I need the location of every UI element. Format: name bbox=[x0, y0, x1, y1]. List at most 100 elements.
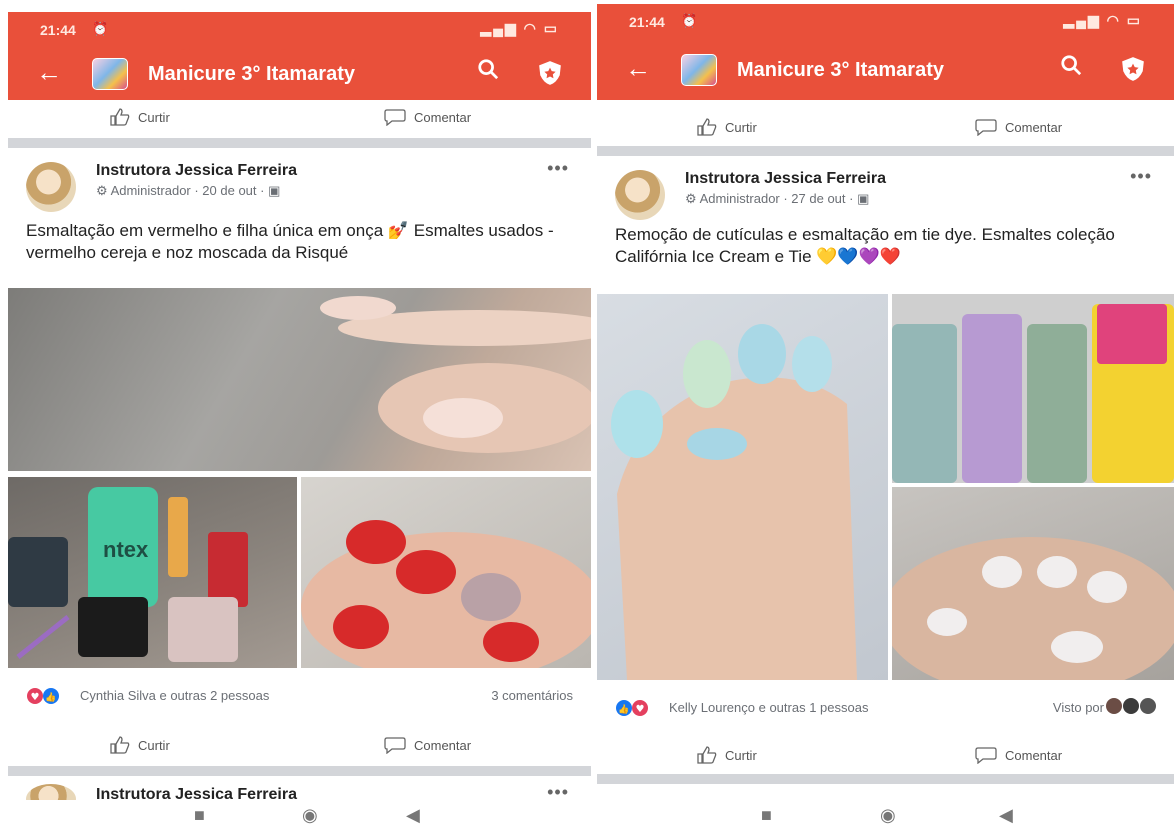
like-icon bbox=[697, 746, 717, 764]
like-button[interactable]: Curtir bbox=[110, 736, 170, 754]
group-title[interactable]: Manicure 3° Itamaraty bbox=[148, 63, 355, 86]
comment-label: Comentar bbox=[1005, 119, 1063, 135]
post-photo-polishes[interactable]: ntex bbox=[8, 477, 297, 668]
svg-text:ntex: ntex bbox=[103, 537, 149, 562]
avatar[interactable] bbox=[615, 170, 665, 220]
group-privacy-icon: ▣ bbox=[853, 191, 870, 206]
post-text: Remoção de cutículas e esmaltação em tie… bbox=[615, 225, 1115, 266]
shield-icon[interactable] bbox=[1120, 56, 1146, 82]
left-screenshot: 21:44 ⏰ ▂▄▆ ◠ ▭ ← Manicure 3° Itamaraty … bbox=[8, 0, 591, 832]
signal-wifi-battery-icon: ▂▄▆ ◠ ▭ bbox=[480, 20, 559, 36]
post-meta: ⚙ Administrador · 20 de out · ▣ bbox=[96, 183, 280, 199]
back-arrow-icon[interactable]: ← bbox=[625, 55, 651, 81]
action-row: Curtir Comentar bbox=[8, 728, 591, 768]
more-icon[interactable]: ••• bbox=[1130, 166, 1152, 187]
group-privacy-icon: ▣ bbox=[264, 183, 281, 198]
comment-icon bbox=[975, 119, 997, 136]
like-button[interactable]: Curtir bbox=[697, 118, 757, 136]
like-label: Curtir bbox=[138, 109, 170, 125]
post-photo-cuticle-removal[interactable] bbox=[892, 487, 1174, 680]
status-time: 21:44 bbox=[40, 22, 76, 38]
post-header: Instrutora Jessica Ferreira ⚙ Administra… bbox=[8, 158, 591, 218]
search-icon[interactable] bbox=[1060, 54, 1082, 76]
seen-by-avatars[interactable] bbox=[1106, 698, 1156, 714]
like-label: Curtir bbox=[138, 737, 170, 753]
like-button[interactable]: Curtir bbox=[110, 108, 170, 126]
reactions-row: 👍 ♥ Kelly Lourenço e outras 1 pessoas Vi… bbox=[597, 696, 1174, 720]
action-row-top: Curtir Comentar bbox=[8, 100, 591, 140]
reactions-text[interactable]: Kelly Lourenço e outras 1 pessoas bbox=[669, 700, 868, 715]
comment-button[interactable]: Comentar bbox=[975, 746, 1062, 764]
more-icon[interactable]: ••• bbox=[547, 158, 569, 179]
post-text: Esmaltação em vermelho e filha única em … bbox=[26, 221, 554, 262]
tie-dye-hand bbox=[611, 324, 857, 680]
like-icon bbox=[110, 108, 130, 126]
svg-text:👍: 👍 bbox=[45, 691, 56, 703]
post-meta-text: Administrador · 20 de out · bbox=[110, 183, 265, 198]
comment-button[interactable]: Comentar bbox=[384, 736, 471, 754]
status-bar: 21:44 ⏰ ▂▄▆ ◠ ▭ bbox=[597, 4, 1174, 44]
tie-dye-bottles bbox=[892, 304, 1174, 483]
comment-button[interactable]: Comentar bbox=[384, 108, 471, 126]
home-icon[interactable]: ◉ bbox=[880, 805, 896, 826]
like-label: Curtir bbox=[725, 747, 757, 763]
post-photo-hand[interactable] bbox=[8, 288, 591, 471]
shield-icon[interactable] bbox=[537, 60, 563, 86]
recent-apps-icon[interactable]: ■ bbox=[194, 805, 205, 826]
feed-divider bbox=[597, 146, 1174, 156]
like-button[interactable]: Curtir bbox=[697, 746, 757, 764]
status-time: 21:44 bbox=[629, 14, 665, 30]
avatar bbox=[1123, 698, 1139, 714]
recent-apps-icon[interactable]: ■ bbox=[761, 805, 772, 826]
feed-divider bbox=[8, 138, 591, 148]
admin-gear-icon: ⚙ bbox=[685, 191, 700, 206]
post-author[interactable]: Instrutora Jessica Ferreira bbox=[685, 170, 886, 188]
post-photo-tie-dye-nails[interactable] bbox=[597, 294, 888, 680]
admin-gear-icon: ⚙ bbox=[96, 183, 111, 198]
cuticle-illustration bbox=[892, 537, 1174, 680]
action-row-top: Curtir Comentar bbox=[597, 110, 1174, 150]
alarm-icon: ⏰ bbox=[681, 13, 698, 28]
post-photo-red-nails[interactable] bbox=[301, 477, 591, 668]
hand-illustration bbox=[320, 296, 591, 453]
post-meta-text: Administrador · 27 de out · bbox=[699, 191, 854, 206]
red-nails-illustration bbox=[301, 520, 591, 668]
back-nav-icon[interactable]: ◀ bbox=[406, 805, 420, 826]
svg-text:👍: 👍 bbox=[618, 703, 629, 715]
seen-by-label[interactable]: Visto por bbox=[1053, 700, 1104, 715]
android-nav-bar: ■ ◉ ◀ bbox=[597, 800, 1174, 832]
comment-label: Comentar bbox=[414, 737, 472, 753]
action-row: Curtir Comentar bbox=[597, 738, 1174, 778]
comment-label: Comentar bbox=[1005, 747, 1063, 763]
svg-text:♥: ♥ bbox=[31, 692, 40, 703]
reactions-row: ♥ 👍 Cynthia Silva e outras 2 pessoas 3 c… bbox=[8, 684, 591, 708]
comment-icon bbox=[384, 737, 406, 754]
comment-label: Comentar bbox=[414, 109, 472, 125]
post-header: Instrutora Jessica Ferreira ⚙ Administra… bbox=[597, 166, 1174, 226]
reaction-icons[interactable]: ♥ 👍 bbox=[26, 687, 68, 705]
right-screenshot: 21:44 ⏰ ▂▄▆ ◠ ▭ ← Manicure 3° Itamaraty … bbox=[597, 0, 1174, 832]
group-avatar[interactable] bbox=[681, 54, 717, 86]
comment-button[interactable]: Comentar bbox=[975, 118, 1062, 136]
group-avatar[interactable] bbox=[92, 58, 128, 90]
avatar[interactable] bbox=[26, 162, 76, 212]
app-bar: ← Manicure 3° Itamaraty bbox=[597, 44, 1174, 100]
back-nav-icon[interactable]: ◀ bbox=[999, 805, 1013, 826]
alarm-icon: ⏰ bbox=[92, 21, 109, 36]
svg-text:♥: ♥ bbox=[636, 704, 645, 715]
status-bar: 21:44 ⏰ ▂▄▆ ◠ ▭ bbox=[8, 12, 591, 48]
home-icon[interactable]: ◉ bbox=[302, 805, 318, 826]
like-icon bbox=[697, 118, 717, 136]
group-title[interactable]: Manicure 3° Itamaraty bbox=[737, 59, 944, 82]
reaction-icons[interactable]: 👍 ♥ bbox=[615, 699, 657, 717]
reactions-text[interactable]: Cynthia Silva e outras 2 pessoas bbox=[80, 688, 269, 703]
search-icon[interactable] bbox=[477, 58, 499, 80]
android-nav-bar: ■ ◉ ◀ bbox=[8, 800, 591, 832]
avatar bbox=[1140, 698, 1156, 714]
post-author[interactable]: Instrutora Jessica Ferreira bbox=[96, 162, 297, 180]
back-arrow-icon[interactable]: ← bbox=[36, 59, 62, 85]
comments-count[interactable]: 3 comentários bbox=[491, 688, 573, 703]
post-photo-polish-bottles[interactable] bbox=[892, 294, 1174, 483]
signal-wifi-battery-icon: ▂▄▆ ◠ ▭ bbox=[1063, 12, 1142, 28]
feed-divider bbox=[597, 774, 1174, 784]
